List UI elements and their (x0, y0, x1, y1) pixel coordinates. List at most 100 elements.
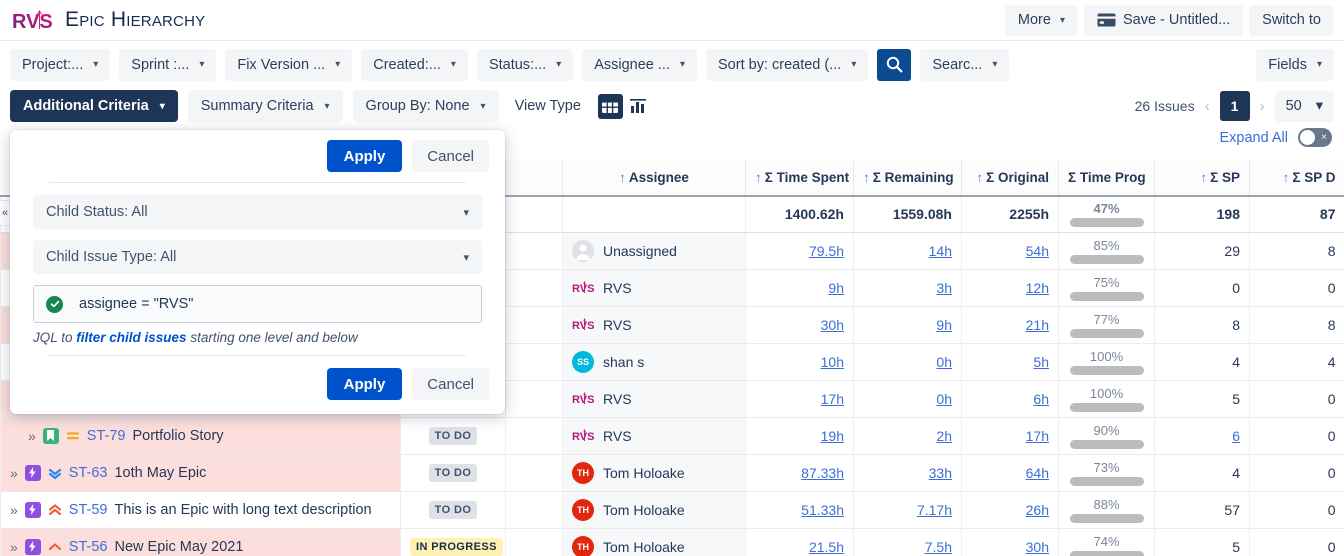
original-link[interactable]: 64h (1026, 465, 1049, 481)
sort-asc-icon: ↑ (863, 170, 870, 185)
spacer-column (505, 454, 563, 492)
sp-link[interactable]: 6 (1232, 428, 1240, 444)
original-link[interactable]: 5h (1033, 354, 1049, 370)
remaining-link[interactable]: 14h (929, 243, 952, 259)
remaining-link[interactable]: 9h (936, 317, 952, 333)
time-spent-link[interactable]: 51.33h (801, 502, 844, 518)
status-filter[interactable]: Status:... ▾ (476, 48, 574, 81)
chart-view-button[interactable] (626, 94, 651, 119)
spacer-column (505, 491, 563, 529)
expand-chevron[interactable]: » (28, 428, 36, 444)
issue-key[interactable]: ST-56 (69, 539, 108, 555)
original-link[interactable]: 6h (1033, 391, 1049, 407)
next-page-button[interactable]: › (1258, 98, 1267, 115)
created-filter[interactable]: Created:... ▾ (361, 48, 468, 81)
remaining-link[interactable]: 3h (936, 280, 952, 296)
search-icon (886, 56, 903, 73)
issue-key[interactable]: ST-79 (87, 428, 126, 444)
fix-version-filter[interactable]: Fix Version ... ▾ (225, 48, 353, 81)
time-spent-link[interactable]: 9h (828, 280, 844, 296)
time-spent-column: 51.33h (745, 491, 854, 529)
apply-button-top[interactable]: Apply (326, 140, 403, 172)
avatar: RVS (572, 425, 594, 447)
issue-key[interactable]: ST-59 (69, 502, 108, 518)
child-issue-type-select[interactable]: Child Issue Type: All ▾ (33, 240, 482, 274)
original-link[interactable]: 21h (1026, 317, 1049, 333)
remaining-link[interactable]: 0h (936, 391, 952, 407)
expand-chevron[interactable]: » (10, 502, 18, 518)
apply-button-bottom[interactable]: Apply (326, 368, 403, 400)
grid-view-button[interactable] (597, 93, 623, 119)
time-spent-link[interactable]: 17h (821, 391, 844, 407)
sprint-filter[interactable]: Sprint :... ▾ (119, 48, 217, 81)
save-button[interactable]: Save - Untitled... (1083, 4, 1244, 36)
additional-criteria-button[interactable]: Additional Criteria ▾ (10, 90, 178, 122)
original-link[interactable]: 26h (1026, 502, 1049, 518)
issue-key[interactable]: ST-63 (69, 465, 108, 481)
table-row[interactable]: » ST-79 Portfolio Story TO DO RVS RVS 19h 2h 17h… (0, 417, 1344, 455)
additional-criteria-dialog: Apply Cancel Child Status: All ▾ Child I… (10, 130, 505, 414)
original-link[interactable]: 17h (1026, 428, 1049, 444)
time-progress: 73% (1068, 460, 1145, 486)
assignee-column: RVS RVS (562, 417, 746, 455)
original-link[interactable]: 54h (1026, 243, 1049, 259)
table-row[interactable]: » ST-63 1oth May Epic TO DO TH Tom Holoake 87.… (0, 454, 1344, 492)
summary-criteria-button[interactable]: Summary Criteria ▾ (187, 90, 343, 122)
search-dropdown[interactable]: Searc... ▾ (920, 48, 1010, 81)
fields-button[interactable]: Fields ▾ (1256, 48, 1334, 81)
time-spent-link[interactable]: 10h (821, 354, 844, 370)
jql-input[interactable]: assignee = "RVS" (33, 285, 482, 323)
page-size-select[interactable]: 50 ▾ (1274, 90, 1334, 122)
switch-to-button[interactable]: Switch to (1249, 4, 1334, 36)
col-original[interactable]: ↑ Σ Original (961, 160, 1059, 197)
original-link[interactable]: 12h (1026, 280, 1049, 296)
search-button[interactable] (877, 48, 912, 81)
col-time-progress[interactable]: Σ Time Prog (1058, 160, 1155, 197)
remaining-link[interactable]: 0h (936, 354, 952, 370)
remaining-link[interactable]: 2h (936, 428, 952, 444)
time-spent-link[interactable]: 79.5h (809, 243, 844, 259)
time-spent-column: 79.5h (745, 232, 854, 270)
remaining-link[interactable]: 33h (929, 465, 952, 481)
original-column: 5h (961, 343, 1059, 381)
time-spent-link[interactable]: 19h (821, 428, 844, 444)
group-by-button[interactable]: Group By: None ▾ (352, 90, 499, 122)
col-assignee[interactable]: ↑ Assignee (562, 160, 746, 197)
assignee-filter[interactable]: Assignee ... ▾ (582, 48, 698, 81)
time-progress-column: 90% (1058, 417, 1155, 455)
expand-chevron[interactable]: » (10, 465, 18, 481)
table-row[interactable]: » ST-59 This is an Epic with long text des… (0, 491, 1344, 529)
rvs-avatar-icon: RVS (572, 428, 594, 443)
project-filter[interactable]: Project:... ▾ (10, 48, 111, 81)
progress-track (1069, 439, 1144, 449)
col-time-spent[interactable]: ↑ Σ Time Spent (745, 160, 854, 197)
expand-all-toggle[interactable]: × (1298, 128, 1332, 147)
expand-chevron[interactable]: » (10, 539, 18, 555)
remaining-link[interactable]: 7.17h (917, 502, 952, 518)
avatar: TH (572, 535, 594, 556)
original-column: 54h (961, 232, 1059, 270)
expand-all-link[interactable]: Expand All (1219, 130, 1288, 146)
col-sp-done[interactable]: ↑ Σ SP D (1249, 160, 1344, 197)
child-status-select[interactable]: Child Status: All ▾ (33, 195, 482, 229)
cancel-button-top[interactable]: Cancel (412, 140, 489, 172)
sort-by-filter[interactable]: Sort by: created (... ▾ (706, 48, 869, 81)
top-bar-actions: More ▾ Save - Untitled... Switch to (1004, 4, 1344, 36)
remaining-link[interactable]: 7.5h (925, 539, 952, 555)
rvs-avatar-icon: RVS (572, 317, 594, 332)
prev-page-button[interactable]: ‹ (1203, 98, 1212, 115)
fields-label: Fields (1268, 56, 1307, 73)
more-button[interactable]: More ▾ (1004, 4, 1078, 36)
cancel-button-bottom[interactable]: Cancel (412, 368, 489, 400)
time-spent-link[interactable]: 30h (821, 317, 844, 333)
spd-column: 0 (1249, 269, 1344, 307)
page-number[interactable]: 1 (1219, 91, 1250, 121)
col-sp[interactable]: ↑ Σ SP (1154, 160, 1250, 197)
table-row[interactable]: » ST-56 New Epic May 2021 IN PROGRESS TH Tom … (0, 528, 1344, 556)
time-spent-link[interactable]: 21.5h (809, 539, 844, 555)
col-remaining[interactable]: ↑ Σ Remaining (853, 160, 962, 197)
original-link[interactable]: 30h (1026, 539, 1049, 555)
time-spent-link[interactable]: 87.33h (801, 465, 844, 481)
rvs-logo-icon: RVS (12, 10, 53, 33)
assignee-column: Unassigned (562, 232, 746, 270)
